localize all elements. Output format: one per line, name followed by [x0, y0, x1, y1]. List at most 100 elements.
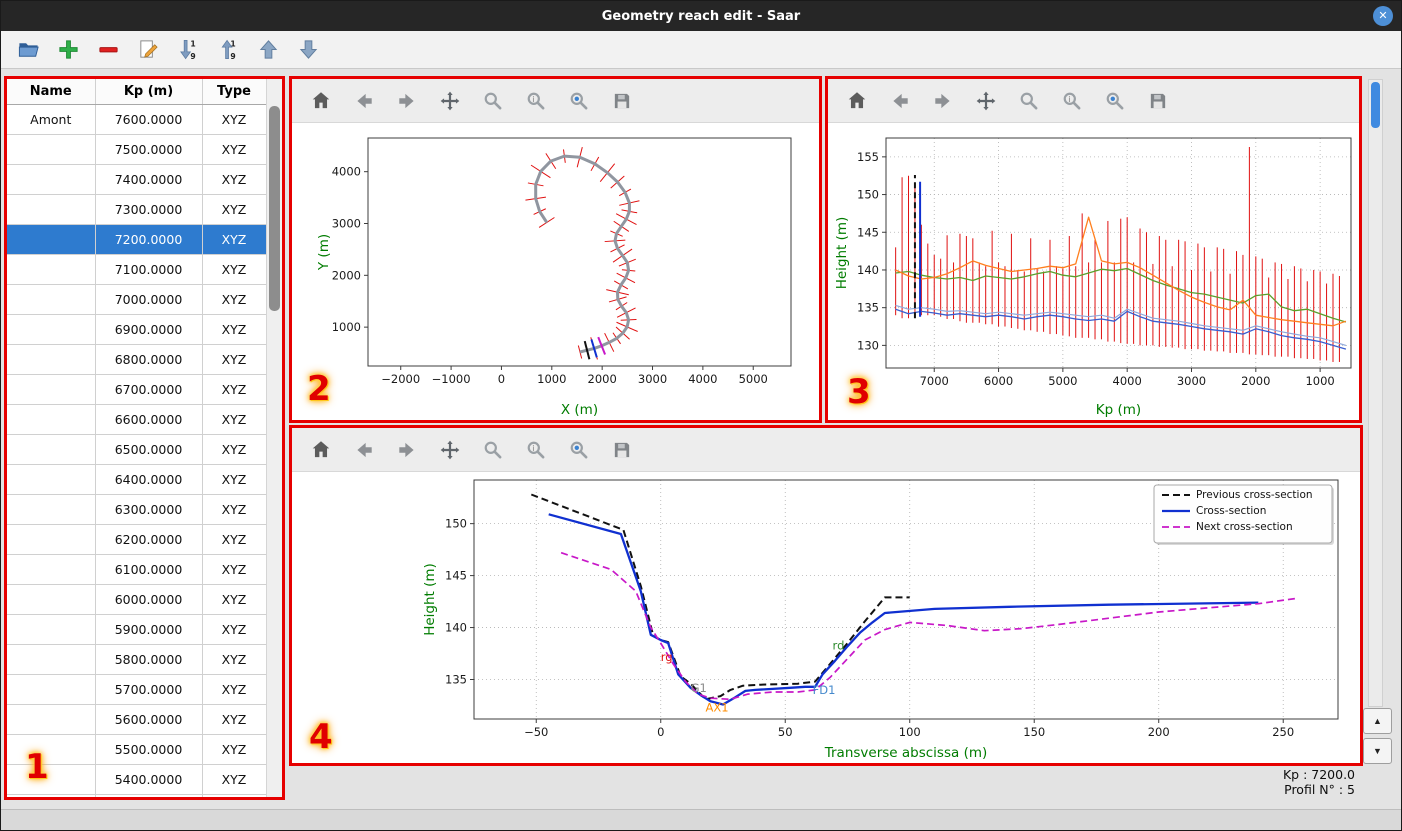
- pan-icon[interactable]: [435, 435, 465, 465]
- svg-text:4000: 4000: [332, 165, 361, 179]
- save-icon[interactable]: [1143, 86, 1173, 116]
- scroll-down-button[interactable]: ▼: [1363, 738, 1392, 764]
- svg-text:4000: 4000: [688, 372, 717, 386]
- table-scrollbar-thumb[interactable]: [269, 106, 280, 311]
- zoom-icon[interactable]: [478, 435, 508, 465]
- save-icon[interactable]: [607, 86, 637, 116]
- back-icon[interactable]: [349, 435, 379, 465]
- back-icon[interactable]: [349, 86, 379, 116]
- status-bar: [1, 809, 1401, 830]
- table-row[interactable]: 6600.0000 XYZ: [7, 404, 267, 435]
- titlebar[interactable]: Geometry reach edit - Saar ✕: [1, 1, 1401, 31]
- svg-text:145: 145: [857, 225, 879, 239]
- svg-text:Cross-section: Cross-section: [1196, 505, 1266, 517]
- svg-text:4000: 4000: [1113, 374, 1142, 388]
- svg-text:145: 145: [445, 569, 467, 583]
- edit-icon: [139, 40, 158, 58]
- table-row[interactable]: 6100.0000 XYZ: [7, 554, 267, 585]
- table-row[interactable]: 7000.0000 XYZ: [7, 284, 267, 315]
- table-row[interactable]: 7100.0000 XYZ: [7, 254, 267, 285]
- pan-icon[interactable]: [435, 86, 465, 116]
- header-name[interactable]: Name: [7, 79, 96, 105]
- profile-toolbar: i: [828, 79, 1359, 123]
- svg-text:3000: 3000: [638, 372, 667, 386]
- svg-text:X (m): X (m): [561, 402, 598, 418]
- zoom-icon[interactable]: [478, 86, 508, 116]
- sort-ascending-button[interactable]: 19: [213, 35, 243, 65]
- forward-icon[interactable]: [392, 86, 422, 116]
- header-kp[interactable]: Kp (m): [95, 79, 203, 105]
- svg-text:100: 100: [899, 725, 921, 739]
- sort-ascending-icon: 19: [221, 40, 235, 61]
- table-row[interactable]: 7300.0000 XYZ: [7, 194, 267, 225]
- save-icon[interactable]: [607, 435, 637, 465]
- svg-text:−1000: −1000: [432, 372, 471, 386]
- move-down-button[interactable]: [293, 35, 323, 65]
- svg-text:3000: 3000: [1177, 374, 1206, 388]
- annotation-mark-4: 4: [309, 717, 333, 757]
- close-button[interactable]: ✕: [1373, 6, 1393, 26]
- table-row[interactable]: 6900.0000 XYZ: [7, 314, 267, 345]
- svg-text:0: 0: [657, 725, 664, 739]
- table-row[interactable]: 5300.0000XYZ: [7, 794, 267, 797]
- customize-icon[interactable]: [564, 86, 594, 116]
- table-scrollbar[interactable]: [266, 79, 282, 797]
- table-row[interactable]: 7200.0000 XYZ: [7, 224, 267, 255]
- home-icon[interactable]: [306, 435, 336, 465]
- add-row-button[interactable]: [53, 35, 83, 65]
- table-row[interactable]: 5700.0000 XYZ: [7, 674, 267, 705]
- table-row[interactable]: 6400.0000 XYZ: [7, 464, 267, 495]
- subplots-icon[interactable]: i: [521, 86, 551, 116]
- home-icon[interactable]: [842, 86, 872, 116]
- forward-icon[interactable]: [928, 86, 958, 116]
- arrow-up-icon: [259, 40, 277, 59]
- profile-chart[interactable]: 7000 6000 5000 4000 3000 2000 1000 130 135 140 145…: [828, 123, 1359, 420]
- zoom-icon[interactable]: [1014, 86, 1044, 116]
- cross-section-chart[interactable]: −50 0 50 100 150 200 250 135 140 145 150 Transverse…: [292, 472, 1360, 763]
- table-row[interactable]: 7500.0000 XYZ: [7, 134, 267, 165]
- table-row[interactable]: 5600.0000 XYZ: [7, 704, 267, 735]
- window-scrollbar-thumb[interactable]: [1371, 82, 1380, 128]
- subplots-icon[interactable]: i: [1057, 86, 1087, 116]
- move-up-button[interactable]: [253, 35, 283, 65]
- open-button[interactable]: [13, 35, 43, 65]
- table-row[interactable]: 6000.0000 XYZ: [7, 584, 267, 615]
- table-row[interactable]: 6200.0000 XYZ: [7, 524, 267, 555]
- kp-value-label: Kp : 7200.0: [1282, 767, 1355, 782]
- home-icon[interactable]: [306, 86, 336, 116]
- table-row[interactable]: Amont 7600.0000 XYZ: [7, 104, 267, 135]
- table-row[interactable]: 6800.0000 XYZ: [7, 344, 267, 375]
- pan-icon[interactable]: [971, 86, 1001, 116]
- back-icon[interactable]: [885, 86, 915, 116]
- kp-table-body: Amont 7600.0000 XYZ 7500.0000 XYZ 7400.0000 XY…: [7, 104, 267, 797]
- kp-readout: Kp : 7200.0 Profil N° : 5: [1283, 767, 1355, 797]
- svg-text:7000: 7000: [920, 374, 949, 388]
- sort-descending-button[interactable]: 19: [173, 35, 203, 65]
- svg-text:1000: 1000: [332, 320, 361, 334]
- plus-icon: [58, 40, 78, 59]
- annotation-mark-3: 3: [847, 372, 871, 412]
- table-row[interactable]: 6500.0000 XYZ: [7, 434, 267, 465]
- table-row[interactable]: 6700.0000 XYZ: [7, 374, 267, 405]
- svg-text:i: i: [532, 444, 534, 453]
- customize-icon[interactable]: [1100, 86, 1130, 116]
- table-row[interactable]: 7400.0000 XYZ: [7, 164, 267, 195]
- profil-number-label: Profil N° : 5: [1284, 782, 1355, 797]
- svg-text:0: 0: [498, 372, 505, 386]
- remove-row-button[interactable]: [93, 35, 123, 65]
- window-scrollbar[interactable]: [1368, 79, 1383, 707]
- table-row[interactable]: 6300.0000 XYZ: [7, 494, 267, 525]
- svg-text:3000: 3000: [332, 217, 361, 231]
- table-row[interactable]: 5800.0000 XYZ: [7, 644, 267, 675]
- svg-text:1: 1: [190, 40, 195, 49]
- header-type[interactable]: Type: [202, 79, 267, 105]
- forward-icon[interactable]: [392, 435, 422, 465]
- subplots-icon[interactable]: i: [521, 435, 551, 465]
- table-row[interactable]: 5900.0000 XYZ: [7, 614, 267, 645]
- plan-chart[interactable]: −2000 −1000 0 1000 2000 3000 4000 5000 1000 2000 3…: [292, 123, 819, 420]
- customize-icon[interactable]: [564, 435, 594, 465]
- svg-text:9: 9: [190, 52, 195, 61]
- edit-row-button[interactable]: [133, 35, 163, 65]
- cross-section-toolbar: i: [292, 428, 1360, 472]
- scroll-up-button[interactable]: ▲: [1363, 708, 1392, 734]
